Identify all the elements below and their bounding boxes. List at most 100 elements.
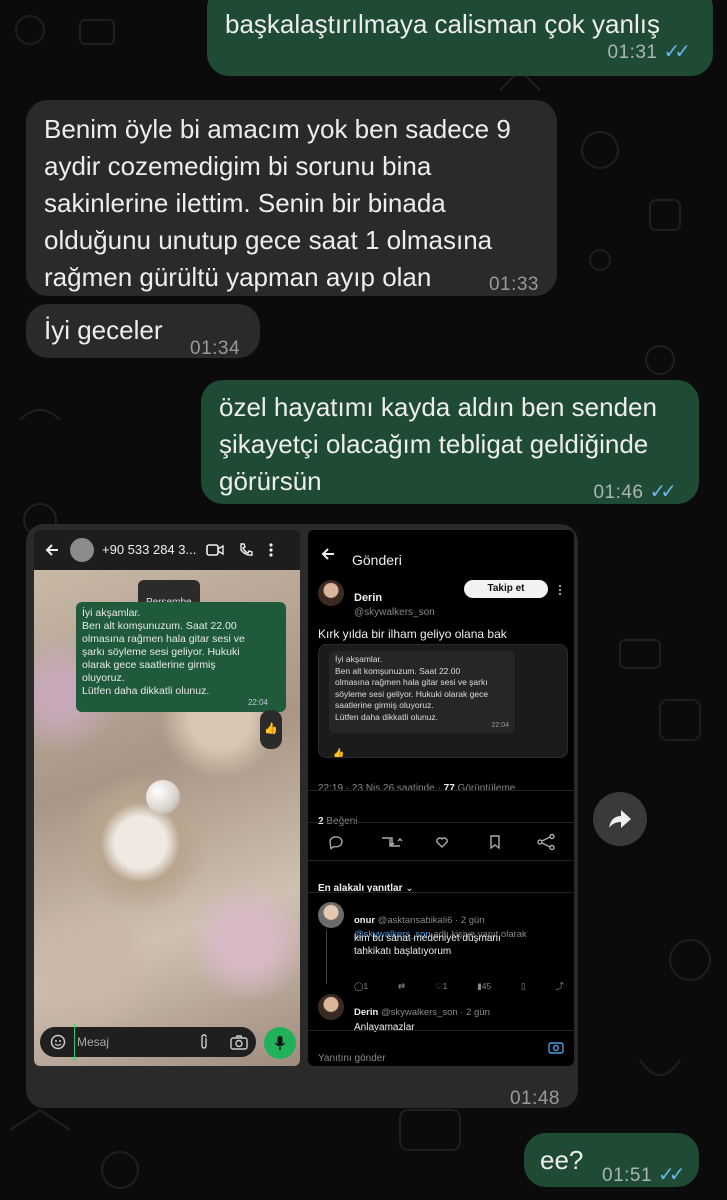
avatar [318, 580, 344, 606]
phone-icon [240, 543, 254, 556]
reaction-chip[interactable]: 👍 [260, 710, 282, 749]
message-meta: 01:51 ✓✓ [602, 1157, 685, 1194]
message-text: İyi geceler [44, 315, 163, 345]
message-line: rağmen gürültü yapman ayıp olan [44, 262, 432, 292]
follow-button[interactable]: Takip et [464, 580, 548, 598]
reply-comment-count: 1 [363, 981, 369, 991]
wa-message-line: Ben alt komşunuzum. Saat 22.00 [82, 620, 237, 632]
quoted-reaction: 👍 [333, 748, 345, 758]
reply-input[interactable]: Yanıtını gönder [318, 1040, 386, 1066]
more-options-icon[interactable] [558, 584, 562, 596]
post-action-bar [329, 833, 555, 851]
bookmark-icon [490, 835, 500, 850]
retweet-icon [382, 837, 403, 847]
wa-message-time: 22:04 [247, 698, 268, 707]
quoted-line: saatlerine girmiş oluyoruz. [335, 700, 434, 710]
message-bubble-outgoing[interactable]: özel hayatımı kayda aldın ben senden şik… [201, 380, 699, 504]
message-line: sakinlerine ilettim. Senin bir binada [44, 188, 446, 218]
video-call-icon [206, 544, 225, 556]
divider [308, 822, 574, 823]
wa-message-line: İyi akşamlar. [82, 607, 141, 619]
message-time: 01:51 [602, 1165, 653, 1186]
like-icon [436, 837, 448, 848]
forward-icon [609, 810, 631, 828]
message-input-placeholder[interactable]: Mesaj [74, 1023, 198, 1061]
message-bubble-outgoing[interactable]: ee? 01:51 ✓✓ [524, 1133, 699, 1187]
quoted-bubble: İyi akşamlar. Ben alt komşunuzum. Saat 2… [329, 651, 515, 733]
quoted-image[interactable]: İyi akşamlar. Ben alt komşunuzum. Saat 2… [318, 644, 568, 758]
divider [308, 790, 574, 791]
quoted-line: İyi akşamlar. [335, 654, 383, 664]
wa-message-line: olarak gece saatlerine girmiş [82, 659, 216, 671]
quoted-line: Ben alt komşunuzum. Saat 22.00 [335, 665, 461, 676]
post-meta: 22:19 · 23 Nis 26 saatinde · 77 Görüntül… [318, 770, 515, 807]
more-options-icon [269, 543, 273, 557]
wa-message-bubble[interactable]: İyi akşamlar. Ben alt komşunuzum. Saat 2… [76, 602, 286, 712]
message-input-bar[interactable]: Mesaj [40, 1023, 256, 1061]
message-text: Benim öyle bi amacım yok ben sadece 9 ay… [44, 111, 511, 296]
wa-message-line: olmasına rağmen hala gitar sesi ve [82, 633, 245, 645]
message-bubble-incoming[interactable]: Benim öyle bi amacım yok ben sadece 9 ay… [26, 100, 557, 296]
divider [308, 1030, 574, 1031]
reply-item[interactable]: Derin @skywalkers_son · 2 gün Anlayamazl… [308, 992, 574, 1033]
wa-message-line: şarkı söyleme sesi geliyor. Hukuki [82, 646, 240, 658]
reply-item[interactable]: onur @asktansabikali6 · 2 gün @skywalker… [308, 898, 574, 991]
message-text: ee? [540, 1145, 584, 1175]
reply-text: kim bu sanat medeniyet düşmanı tahkikatı… [354, 932, 501, 958]
message-time: 01:46 [593, 482, 644, 503]
reply-line: tahkikatı başlatıyorum [354, 946, 452, 957]
camera-icon[interactable] [548, 1040, 564, 1054]
message-line: şikayetçi olacağım tebligat geldiğinde [219, 429, 649, 459]
whatsapp-screenshot-image[interactable]: +90 533 284 3... Perşembe İyi akşamlar. … [34, 530, 300, 1066]
wa-header: +90 533 284 3... [34, 530, 300, 570]
message-text: başkalaştırılmaya calisman çok yanlış [225, 9, 660, 39]
thread-line [326, 930, 327, 984]
avatar [318, 902, 344, 928]
quoted-line: söyleme sesi geliyor. Hukuki olarak gece [335, 688, 489, 699]
message-bubble-outgoing[interactable]: başkalaştırılmaya calisman çok yanlış 01… [207, 0, 713, 76]
divider [308, 860, 574, 861]
message-time: 01:31 [607, 42, 658, 63]
view-count: 77 [443, 783, 455, 794]
message-time: 01:33 [488, 274, 539, 295]
read-ticks-icon: ✓✓ [658, 1164, 685, 1186]
back-arrow-icon [321, 548, 334, 560]
back-arrow-icon [45, 544, 58, 556]
pearl-decoration [146, 780, 180, 814]
read-ticks-icon: ✓✓ [663, 41, 690, 63]
message-text: özel hayatımı kayda aldın ben senden şik… [219, 389, 657, 500]
message-line: görürsün [219, 466, 322, 496]
reply-line: kim bu sanat medeniyet düşmanı [354, 933, 501, 944]
quoted-line: olmasına rağmen hala gitar sesi ve şarkı [335, 677, 488, 687]
wa-message-line: oluyoruz. [82, 672, 125, 684]
page-title: Gönderi [352, 552, 402, 568]
avatar [318, 994, 344, 1020]
post-timestamp: 22:19 · 23 Nis 26 saatinde · [318, 783, 444, 794]
message-meta: 01:46 ✓✓ [593, 474, 676, 511]
reply-views-count: 45 [481, 981, 492, 991]
contact-name: +90 533 284 3... [102, 542, 197, 557]
quoted-line: Lütfen daha dikkatli olunuz. [335, 711, 439, 722]
twitter-screenshot-image[interactable]: Gönderi Derin @skywalkers_son Takip et K… [308, 530, 574, 1066]
forward-button[interactable] [593, 792, 647, 846]
message-line: özel hayatımı kayda aldın ben senden [219, 392, 657, 422]
message-line: olduğunu unutup gece saat 1 olmasına [44, 225, 493, 255]
message-line: aydir cozemedigim bi sorunu bina [44, 151, 432, 181]
quoted-time: 22:04 [491, 721, 509, 729]
reply-icon [329, 836, 343, 850]
image-message-incoming[interactable]: +90 533 284 3... Perşembe İyi akşamlar. … [26, 524, 578, 1109]
view-label: Görüntüleme [454, 783, 516, 794]
message-meta: 01:31 ✓✓ [607, 34, 690, 71]
attach-icon[interactable] [198, 1034, 210, 1050]
read-ticks-icon: ✓✓ [649, 481, 676, 503]
message-bubble-incoming[interactable]: İyi geceler 01:34 [26, 304, 260, 359]
divider [308, 892, 574, 893]
share-icon [541, 836, 551, 848]
mic-button[interactable] [264, 1027, 296, 1059]
avatar [70, 538, 94, 562]
sticker-icon[interactable] [50, 1034, 66, 1050]
camera-icon[interactable] [230, 1034, 248, 1050]
mic-icon [274, 1036, 286, 1050]
message-line: Benim öyle bi amacım yok ben sadece 9 [44, 114, 511, 144]
message-time: 01:48 [509, 1088, 560, 1109]
